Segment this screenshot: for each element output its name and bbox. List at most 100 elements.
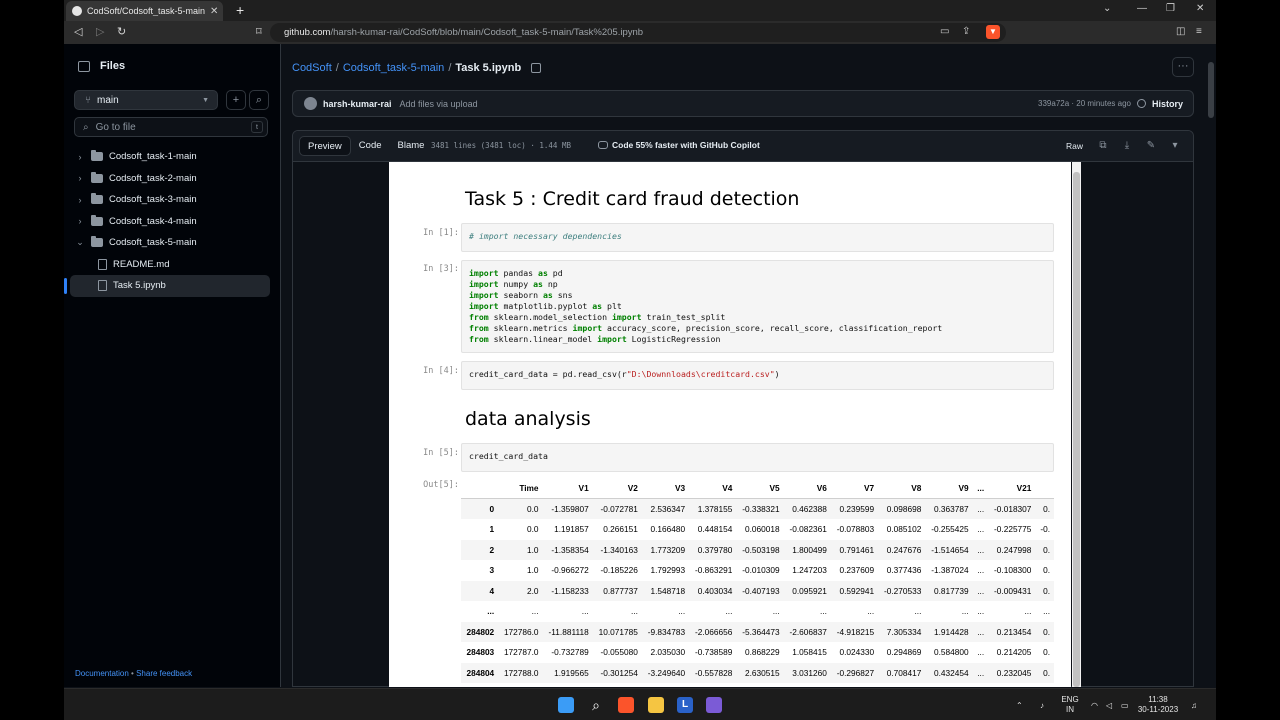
close-icon[interactable]: ✕ <box>210 6 218 17</box>
file-explorer-icon[interactable] <box>648 697 664 713</box>
history-icon <box>1136 99 1146 108</box>
latest-commit-bar: harsh-kumar-rai Add files via upload 339… <box>292 90 1194 117</box>
more-options-button[interactable]: ··· <box>1172 57 1194 77</box>
new-tab-icon[interactable]: + <box>236 2 244 18</box>
branch-selector[interactable]: ⑂ main ▼ <box>74 90 218 110</box>
tab-blame[interactable]: Blame <box>390 136 433 156</box>
commit-hash-time[interactable]: 339a72a · 20 minutes ago <box>1038 99 1131 108</box>
tree-file-readme[interactable]: README.md <box>70 254 270 276</box>
search-button[interactable]: ⌕ <box>249 90 269 110</box>
page-scrollbar[interactable] <box>1206 44 1216 687</box>
microphone-icon[interactable]: ♪ <box>1040 701 1044 711</box>
copy-path-icon[interactable] <box>531 63 542 73</box>
table-cell: -0.018307 <box>988 498 1036 519</box>
tree-item-label: Codsoft_task-5-main <box>109 237 197 249</box>
copy-icon[interactable]: ⧉ <box>1093 136 1113 156</box>
code-keyword: import <box>469 279 499 289</box>
brave-shield-icon[interactable]: ▼ <box>986 25 1000 39</box>
table-cell: 3.031260 <box>783 662 831 683</box>
clock[interactable]: 11:38 30-11-2023 <box>1134 695 1182 715</box>
page-scroll-thumb[interactable] <box>1208 62 1214 118</box>
breadcrumb-repo-link[interactable]: CodSoft <box>292 62 332 74</box>
volume-icon[interactable]: ◁ <box>1106 701 1112 711</box>
code-text: credit_card_data = pd.read_csv(r <box>469 369 627 379</box>
tab-code[interactable]: Code <box>351 136 390 156</box>
window-close-icon[interactable]: ✕ <box>1196 3 1204 14</box>
collapse-panel-icon[interactable] <box>78 60 90 72</box>
commit-author[interactable]: harsh-kumar-rai <box>323 99 392 109</box>
bookmark-icon[interactable]: ⌑ <box>256 25 262 38</box>
tree-folder-task-3[interactable]: › Codsoft_task-3-main <box>70 189 270 211</box>
forward-icon[interactable]: ▷ <box>96 25 104 38</box>
code-cell-5[interactable]: credit_card_data <box>461 443 1054 472</box>
table-cell: -11.881118 <box>542 621 593 642</box>
tree-item-label: Codsoft_task-4-main <box>109 215 197 227</box>
view-mode-tabs: Preview Code Blame <box>299 136 432 156</box>
code-keyword: as <box>542 290 553 300</box>
chevron-down-icon[interactable]: ⌄ <box>1103 3 1111 14</box>
table-cell: 2.630515 <box>736 662 784 683</box>
search-icon[interactable]: ⌕ <box>588 697 604 713</box>
tree-folder-task-2[interactable]: › Codsoft_task-2-main <box>70 168 270 190</box>
table-cell: ... <box>972 621 989 642</box>
tree-file-task5-notebook[interactable]: Task 5.ipynb <box>64 275 270 297</box>
raw-button[interactable]: Raw <box>1060 136 1089 156</box>
tray-chevron-up-icon[interactable]: ⌃ <box>1016 701 1023 711</box>
table-cell: ... <box>1043 606 1050 617</box>
notebook-scrollbar[interactable] <box>1072 162 1081 687</box>
windows-start-icon[interactable] <box>558 697 574 713</box>
go-to-file-input[interactable]: ⌕ Go to file t <box>74 117 268 137</box>
table-cell: 0. <box>1035 498 1054 519</box>
history-button[interactable]: History <box>1152 99 1183 109</box>
tree-folder-task-1[interactable]: › Codsoft_task-1-main <box>70 146 270 168</box>
breadcrumb-folder-link[interactable]: Codsoft_task-5-main <box>343 62 445 74</box>
code-cell-1[interactable]: # import necessary dependencies <box>461 223 1054 252</box>
tree-folder-task-5[interactable]: ⌄ Codsoft_task-5-main <box>70 232 270 254</box>
code-cell-4[interactable]: credit_card_data = pd.read_csv(r"D:\Down… <box>461 361 1054 390</box>
back-icon[interactable]: ◁ <box>74 25 82 38</box>
menu-icon[interactable]: ≡ <box>1196 26 1202 37</box>
add-file-button[interactable]: + <box>226 90 246 110</box>
notebook-title: Task 5 : Credit card fraud detection <box>465 188 800 210</box>
row-index: 3 <box>489 565 495 576</box>
sidebar-toggle-icon[interactable]: ◫ <box>1176 26 1185 37</box>
dataframe-column-header: V7 <box>830 478 879 499</box>
share-feedback-link[interactable]: Share feedback <box>136 669 192 678</box>
language-indicator[interactable]: ENG IN <box>1058 695 1082 715</box>
table-cell: -0.010309 <box>742 565 780 576</box>
app-purple-icon[interactable] <box>706 697 722 713</box>
share-icon[interactable]: ⇪ <box>962 26 970 37</box>
maximize-icon[interactable]: ❐ <box>1166 3 1175 14</box>
tab-preview[interactable]: Preview <box>299 136 351 156</box>
code-text: pd <box>547 268 563 278</box>
browser-tab[interactable]: CodSoft/Codsoft_task-5-main/T... ✕ <box>66 1 223 21</box>
brave-browser-icon[interactable] <box>618 697 634 713</box>
table-cell: 0.448154 <box>697 524 733 535</box>
copilot-promo[interactable]: Code 55% faster with GitHub Copilot <box>598 140 760 150</box>
row-index: ... <box>487 606 495 617</box>
wifi-icon[interactable]: ◠ <box>1091 701 1098 711</box>
app-l-icon[interactable]: L <box>677 697 693 713</box>
commit-message[interactable]: Add files via upload <box>400 99 478 109</box>
url-bar[interactable]: github.com/harsh-kumar-rai/CodSoft/blob/… <box>270 23 1006 42</box>
cast-icon[interactable]: ▭ <box>940 26 949 37</box>
branch-name: main <box>97 94 119 106</box>
table-cell: 1.914428 <box>925 621 973 642</box>
table-cell: 0.592941 <box>830 580 879 601</box>
table-cell: 2.536347 <box>641 498 690 519</box>
edit-icon[interactable]: ✎ <box>1141 136 1161 156</box>
tree-folder-task-4[interactable]: › Codsoft_task-4-main <box>70 211 270 233</box>
reload-icon[interactable]: ↻ <box>117 25 126 38</box>
minimize-icon[interactable]: — <box>1137 3 1147 14</box>
table-cell: 0.294869 <box>886 647 922 658</box>
notebook-scroll-thumb[interactable] <box>1073 172 1080 687</box>
documentation-link[interactable]: Documentation <box>75 669 129 678</box>
code-cell-3[interactable]: import pandas as pd import numpy as np i… <box>461 260 1054 353</box>
notification-bell-icon[interactable]: ♫ <box>1191 701 1197 711</box>
avatar[interactable] <box>304 97 317 110</box>
chevron-down-icon[interactable]: ▾ <box>1165 136 1185 156</box>
battery-icon[interactable]: ▭ <box>1121 701 1129 711</box>
main-content: CodSoft / Codsoft_task-5-main / Task 5.i… <box>282 44 1216 687</box>
download-icon[interactable]: ⤓ <box>1117 136 1137 156</box>
table-cell: 0.024330 <box>839 647 875 658</box>
